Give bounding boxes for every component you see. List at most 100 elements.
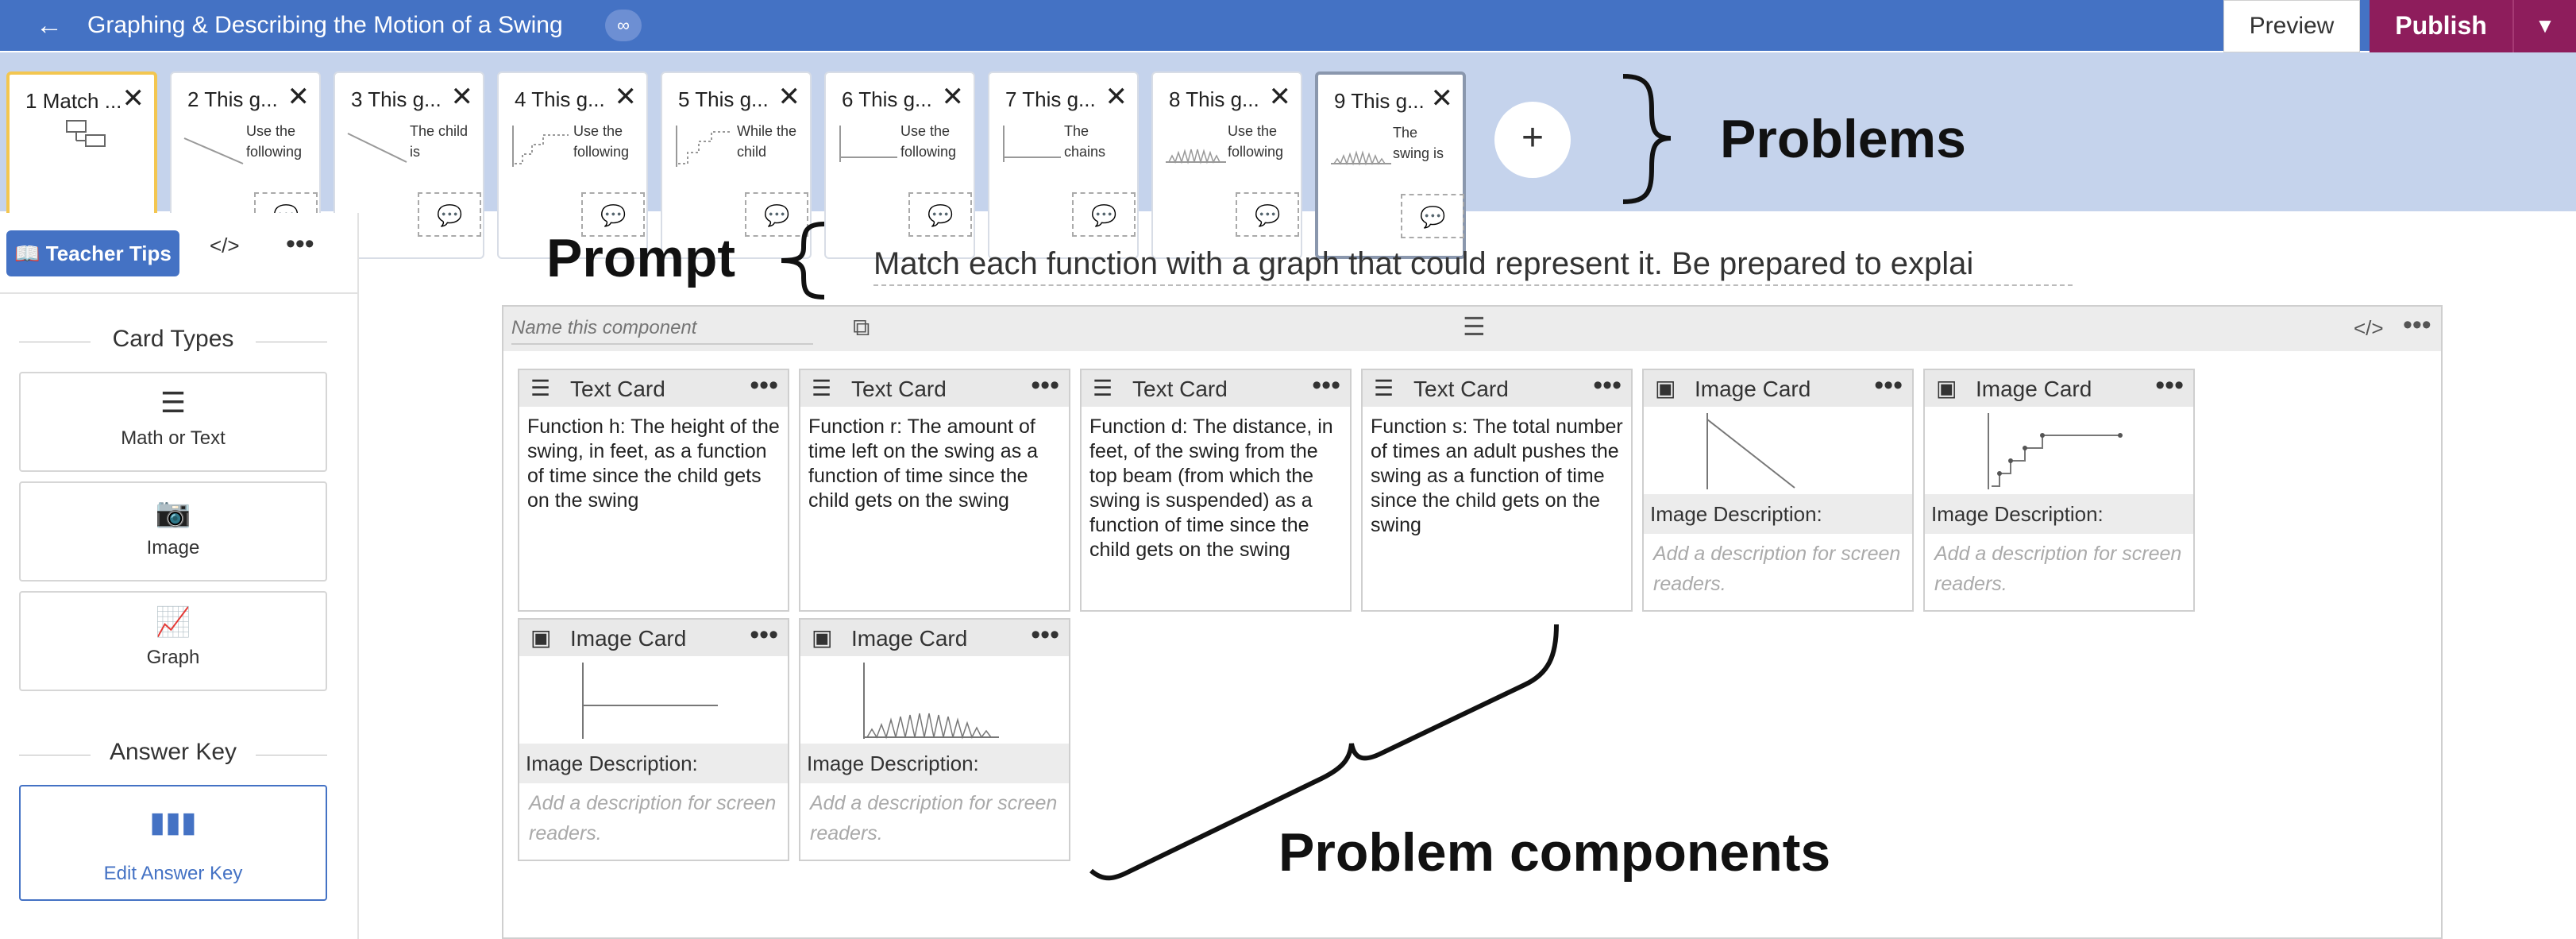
code-view-button[interactable]: </> [2354, 316, 2384, 341]
more-options-button[interactable]: ••• [750, 620, 778, 651]
component-name-input[interactable] [511, 313, 813, 345]
image-description-label: Image Description: [1644, 494, 1912, 534]
image-card[interactable]: ▣ Image Card ••• Image Description: Add … [1642, 369, 1914, 612]
components-annotation: Problem components [1278, 822, 1831, 883]
problem-preview-text: The swing is [1393, 125, 1444, 161]
flat-graph-image [582, 663, 718, 739]
image-description-input[interactable]: Add a description for screen readers. [1934, 539, 2185, 599]
more-options-button[interactable]: ••• [750, 370, 778, 401]
response-icon: 💬 [1236, 192, 1299, 237]
problem-tab-label: 5 This g... [678, 87, 769, 111]
text-lines-icon: ☰ [160, 386, 187, 419]
card-text[interactable]: Function s: The total number of times an… [1371, 415, 1626, 538]
image-icon: ▣ [1655, 376, 1676, 400]
problem-tab-6[interactable]: 6 This g... ✕ Use the following 💬 [824, 71, 975, 259]
card-type-image[interactable]: 📷 Image [19, 481, 327, 582]
link-button[interactable]: ∞ [605, 10, 642, 41]
card-header: ☰ Text Card ••• [519, 370, 788, 407]
problem-tab-label: 9 This g... [1334, 89, 1425, 113]
card-type-graph[interactable]: 📈 Graph [19, 591, 327, 691]
graph-icon: 📈 [155, 605, 191, 638]
close-icon[interactable]: ✕ [942, 81, 965, 113]
problem-tab-label: 2 This g... [187, 87, 278, 111]
image-card[interactable]: ▣ Image Card ••• Image Description: Add … [1923, 369, 2195, 612]
publish-menu-button[interactable]: ▼ [2512, 0, 2576, 52]
close-icon[interactable]: ✕ [778, 81, 801, 113]
text-card[interactable]: ☰ Text Card ••• Function s: The total nu… [1361, 369, 1633, 612]
text-card[interactable]: ☰ Text Card ••• Function r: The amount o… [799, 369, 1070, 612]
more-options-button[interactable]: ••• [2155, 370, 2184, 401]
image-icon: ▣ [1936, 376, 1957, 400]
problem-preview-text: Use the following [1228, 123, 1284, 160]
graph-thumbnail [676, 126, 732, 167]
drag-handle-icon[interactable]: ☰ [1463, 311, 1486, 342]
problem-tab-label: 6 This g... [842, 87, 932, 111]
cards-icon: ▮▮▮ [149, 806, 197, 838]
response-icon: 💬 [908, 192, 972, 237]
card-types-heading: Card Types [19, 326, 327, 353]
problem-preview-text: Use the following [900, 123, 957, 160]
image-description-input[interactable]: Add a description for screen readers. [1653, 539, 1904, 599]
problem-tab-7[interactable]: 7 This g... ✕ The chains 💬 [988, 71, 1139, 259]
card-text[interactable]: Function h: The height of the swing, in … [527, 415, 783, 513]
image-description-label: Image Description: [800, 744, 1069, 783]
card-type-title: Text Card [570, 377, 665, 401]
back-button[interactable]: ← [32, 10, 67, 41]
problems-brace [1622, 74, 1672, 204]
close-icon[interactable]: ✕ [451, 81, 474, 113]
more-options-button[interactable]: ••• [1031, 620, 1059, 651]
close-icon[interactable]: ✕ [122, 83, 145, 114]
edit-answer-key-button[interactable]: ▮▮▮ Edit Answer Key [19, 785, 327, 901]
more-options-button[interactable]: ••• [286, 229, 314, 260]
response-icon: 💬 [1072, 192, 1136, 237]
problem-tab-label: 4 This g... [515, 87, 605, 111]
caret-down-icon: ▼ [2535, 14, 2555, 37]
prompt-field[interactable]: Match each function with a graph that co… [873, 242, 2073, 286]
response-icon: 💬 [1401, 194, 1464, 238]
text-card[interactable]: ☰ Text Card ••• Function d: The distance… [1080, 369, 1352, 612]
more-options-button[interactable]: ••• [1593, 370, 1622, 401]
graph-thumbnail [183, 137, 244, 164]
prompt-brace [781, 222, 825, 299]
image-description-input[interactable]: Add a description for screen readers. [810, 788, 1061, 848]
problem-tab-9[interactable]: 9 This g... ✕ The swing is 💬 [1315, 71, 1466, 259]
answer-key-heading: Answer Key [19, 739, 327, 766]
more-options-button[interactable]: ••• [1312, 370, 1340, 401]
graph-thumbnail [512, 126, 569, 167]
card-type-label: Math or Text [121, 427, 226, 449]
close-icon[interactable]: ✕ [615, 81, 638, 113]
preview-button[interactable]: Preview [2223, 0, 2360, 52]
card-text[interactable]: Function d: The distance, in feet, of th… [1089, 415, 1345, 562]
card-header: ▣ Image Card ••• [519, 620, 788, 656]
copy-icon[interactable]: ⧉ [853, 315, 870, 342]
image-description-input[interactable]: Add a description for screen readers. [529, 788, 780, 848]
card-type-math-text[interactable]: ☰ Math or Text [19, 372, 327, 472]
link-icon: ∞ [617, 15, 630, 35]
close-icon[interactable]: ✕ [287, 81, 310, 113]
problem-tab-8[interactable]: 8 This g... ✕ Use the following 💬 [1151, 71, 1302, 259]
graph-thumbnail [1331, 150, 1391, 166]
graph-thumbnail [839, 126, 897, 162]
problem-tab-label: 3 This g... [351, 87, 442, 111]
graph-thumbnail [347, 133, 407, 163]
add-problem-button[interactable]: + [1494, 102, 1571, 178]
teacher-tips-button[interactable]: 📖 Teacher Tips [6, 230, 179, 276]
left-sidebar: 📖 Teacher Tips </> ••• Card Types ☰ Math… [0, 213, 359, 939]
close-icon[interactable]: ✕ [1431, 83, 1454, 114]
text-card[interactable]: ☰ Text Card ••• Function h: The height o… [518, 369, 789, 612]
more-options-button[interactable]: ••• [1874, 370, 1903, 401]
card-header: ☰ Text Card ••• [1363, 370, 1631, 407]
card-text[interactable]: Function r: The amount of time left on t… [808, 415, 1064, 513]
card-header: ▣ Image Card ••• [1644, 370, 1912, 407]
close-icon[interactable]: ✕ [1269, 81, 1292, 113]
card-header: ☰ Text Card ••• [1082, 370, 1350, 407]
image-card[interactable]: ▣ Image Card ••• Image Description: Add … [799, 618, 1070, 861]
more-options-button[interactable]: ••• [2403, 310, 2431, 341]
publish-button[interactable]: Publish [2370, 0, 2512, 52]
close-icon[interactable]: ✕ [1105, 81, 1128, 113]
image-card[interactable]: ▣ Image Card ••• Image Description: Add … [518, 618, 789, 861]
more-options-button[interactable]: ••• [1031, 370, 1059, 401]
code-view-button[interactable]: </> [210, 234, 240, 258]
problem-preview-text: The child is [410, 123, 469, 160]
card-type-label: Graph [146, 647, 200, 668]
